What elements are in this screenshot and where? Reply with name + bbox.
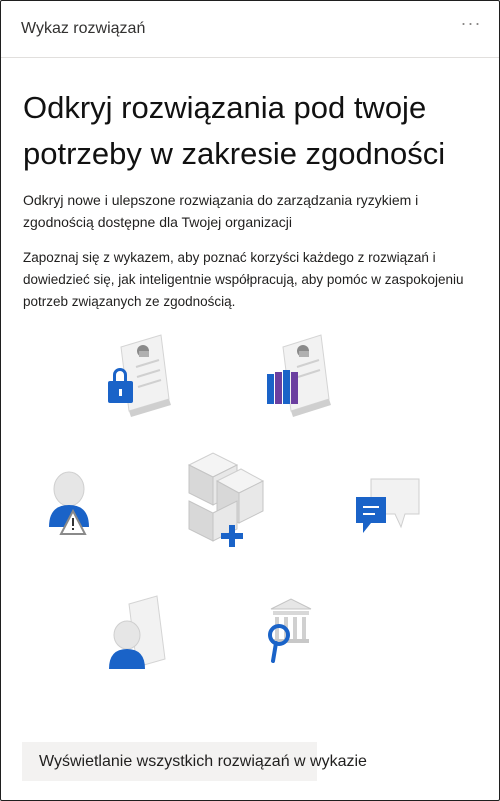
building-search-icon: [268, 598, 312, 663]
lock-document-icon: [108, 334, 171, 417]
ellipsis-icon: ···: [460, 13, 482, 33]
user-document-icon: [109, 595, 166, 669]
view-all-solutions-label: Wyświetlanie wszystkich rozwiązań w wyka…: [39, 753, 367, 770]
hero-heading: Odkryj rozwiązania pod twoje potrzeby w …: [23, 90, 446, 171]
card-title: Wykaz rozwiązań: [21, 20, 146, 37]
chat-bubbles-icon: [356, 478, 420, 533]
more-options-button[interactable]: ···: [457, 13, 485, 39]
detail-text: Zapoznaj się z wykazem, aby poznać korzy…: [23, 250, 464, 309]
intro-text: Odkryj nowe i ulepszone rozwiązania do z…: [23, 192, 419, 230]
user-warning-icon: [49, 471, 89, 535]
card-header: Wykaz rozwiązań ···: [1, 1, 499, 58]
cubes-add-icon: [187, 452, 265, 547]
solutions-catalog-card: Wykaz rozwiązań ··· Odkryj rozwiązania p…: [0, 0, 500, 801]
solutions-illustration: [49, 334, 420, 669]
archive-document-icon: [267, 334, 331, 417]
view-all-solutions-button[interactable]: Wyświetlanie wszystkich rozwiązań w wyka…: [22, 742, 367, 781]
